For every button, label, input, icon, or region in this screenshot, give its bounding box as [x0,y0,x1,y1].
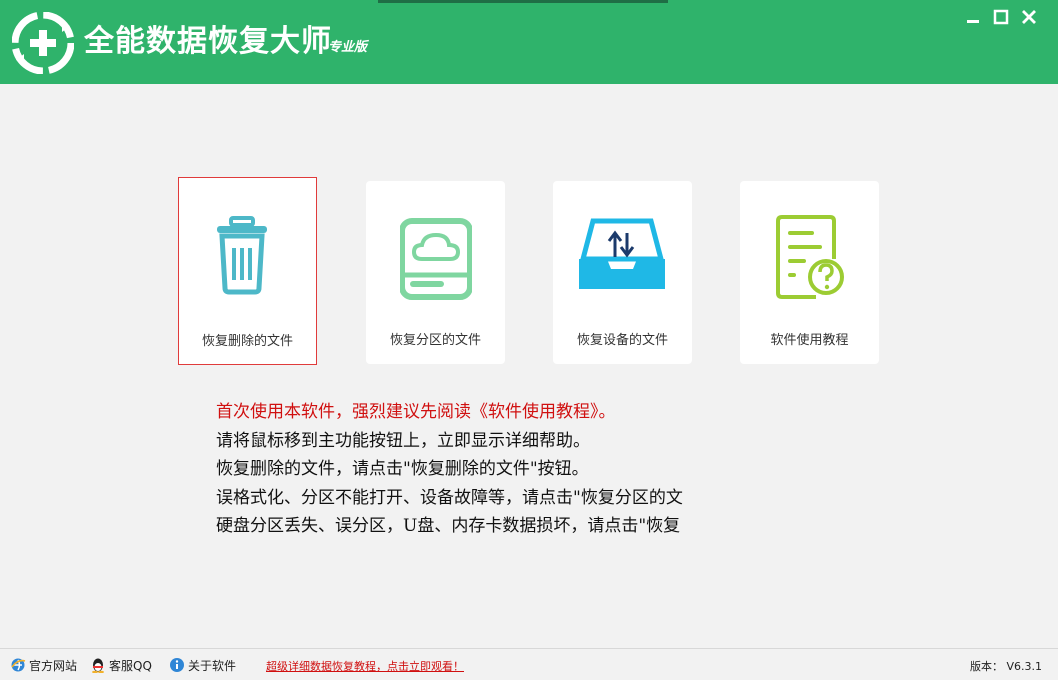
support-qq-label: 客服QQ [109,658,152,673]
version-label: 版本： V6.3.1 [970,660,1043,673]
card-label: 软件使用教程 [770,333,849,348]
card-label: 恢复设备的文件 [576,333,668,348]
app-logo-icon [12,12,74,74]
notice-line: 首次使用本软件，强烈建议先阅读《软件使用教程》。 [216,402,616,422]
support-qq-link[interactable]: 客服QQ [90,657,152,673]
minimize-icon [967,20,979,23]
card-label: 恢复删除的文件 [201,334,293,349]
notes-line: 请将鼠标移到主功能按钮上，立即显示详细帮助。 [216,430,590,451]
software-tutorial-button[interactable]: 软件使用教程 [740,181,879,364]
trash-icon [217,216,267,295]
close-icon [1022,10,1036,24]
maximize-button[interactable] [990,6,1012,28]
close-button[interactable] [1018,6,1040,28]
maximize-icon [993,9,1009,25]
app-title: 全能数据恢复大师 [84,24,332,59]
device-sync-icon [579,218,665,289]
top-strip [378,0,668,3]
recover-deleted-files-button[interactable]: 恢复删除的文件 [178,177,317,365]
info-icon [170,658,184,672]
status-bar: 官方网站 客服QQ 关于软件 超级详细数据恢复教程，点击立即观看！ 版本： V6… [0,648,1058,680]
qq-penguin-icon [92,658,104,673]
tutorial-video-link[interactable]: 超级详细数据恢复教程，点击立即观看！ [266,658,464,674]
minimize-button[interactable] [962,6,984,28]
recover-device-files-button[interactable]: 恢复设备的文件 [553,181,692,364]
notes-line: 硬盘分区丢失、误分区，U盘、内存卡数据损坏，请点击"恢复 [216,516,681,536]
ie-globe-icon [11,658,26,672]
card-label: 恢复分区的文件 [389,333,481,348]
about-software-link[interactable]: 关于软件 [169,657,236,673]
notes-line: 误格式化、分区不能打开、设备故障等，请点击"恢复分区的文 [216,487,683,508]
disk-cloud-icon [400,218,472,300]
usage-notes: 首次使用本软件，强烈建议先阅读《软件使用教程》。 请将鼠标移到主功能按钮上，立即… [216,398,776,541]
notes-line: 恢复删除的文件，请点击"恢复删除的文件"按钮。 [216,459,589,479]
edition-label: 专业版 [328,40,368,55]
official-website-link[interactable]: 官方网站 [10,657,77,673]
document-help-icon [776,215,844,299]
official-website-label: 官方网站 [29,658,78,673]
title-bar: 全能数据恢复大师 专业版 [0,0,1058,84]
recover-partition-files-button[interactable]: 恢复分区的文件 [366,181,505,364]
about-software-label: 关于软件 [188,658,237,673]
